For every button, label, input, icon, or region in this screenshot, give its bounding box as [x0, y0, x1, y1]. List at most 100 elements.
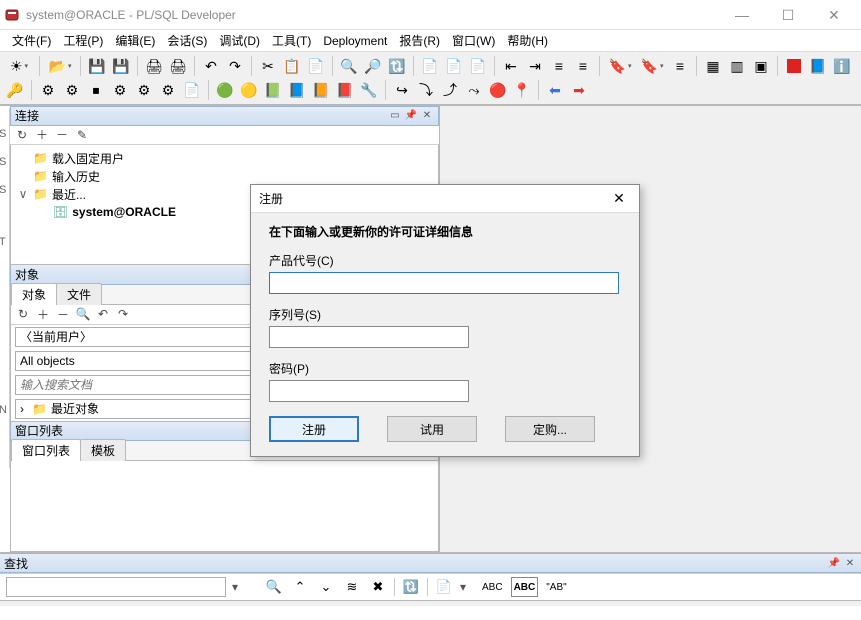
replace-button[interactable]: 🔃	[386, 55, 408, 77]
step-into-button[interactable]: ⤵	[415, 79, 437, 101]
window-tile-h-button[interactable]: ▦	[702, 55, 724, 77]
close-button[interactable]: ✕	[811, 0, 857, 30]
menu-project[interactable]: 工程(P)	[57, 30, 109, 51]
search-close-icon[interactable]: ✖	[368, 577, 388, 597]
comment-button[interactable]: ≡	[548, 55, 570, 77]
tb2-a[interactable]: ⚙	[109, 79, 131, 101]
conn-remove-icon[interactable]: －	[54, 127, 70, 143]
search-replace-icon[interactable]: 🔃	[401, 577, 421, 597]
bookmark-button[interactable]: 🔖▾	[605, 55, 635, 77]
dialog-titlebar[interactable]: 注册 ✕	[251, 185, 639, 213]
search-doc-icon[interactable]: 📄	[434, 577, 454, 597]
obj-remove-icon[interactable]: －	[55, 306, 71, 322]
dialog-close-icon[interactable]: ✕	[607, 190, 631, 207]
chevron-down-icon[interactable]: ▾	[460, 580, 474, 594]
step-over-button[interactable]: ↪	[391, 79, 413, 101]
find-button[interactable]: 🔍	[338, 55, 360, 77]
obj-find-icon[interactable]: 🔍	[75, 306, 91, 322]
window-tile-v-button[interactable]: ▥	[726, 55, 748, 77]
search-find-icon[interactable]: 🔍	[264, 577, 284, 597]
tb2-d[interactable]: 📄	[181, 79, 203, 101]
expand-icon[interactable]: ›	[20, 402, 32, 416]
tb2-c[interactable]: ⚙	[157, 79, 179, 101]
tab-winlist[interactable]: 窗口列表	[11, 439, 81, 461]
commit-button[interactable]: 🟢	[214, 79, 236, 101]
goto-bookmark-button[interactable]: 🔖▾	[637, 55, 667, 77]
tb2-g[interactable]: 📙	[310, 79, 332, 101]
chevron-down-icon[interactable]: ▾	[232, 580, 246, 594]
menu-file[interactable]: 文件(F)	[6, 30, 57, 51]
paste-button[interactable]: 📄	[305, 55, 327, 77]
product-code-input[interactable]	[269, 272, 619, 294]
undo-button[interactable]: ↶	[200, 55, 222, 77]
serial-input[interactable]	[269, 326, 469, 348]
tb2-b[interactable]: ⚙	[133, 79, 155, 101]
redo-button[interactable]: ↷	[224, 55, 246, 77]
panel-pin-icon[interactable]: 📌	[404, 109, 418, 123]
obj-next-icon[interactable]: ↷	[115, 306, 131, 322]
panel-close-icon[interactable]: ✕	[420, 109, 434, 123]
tb2-f[interactable]: 📘	[286, 79, 308, 101]
bookmark-list-button[interactable]: ≡	[669, 55, 691, 77]
conn-refresh-icon[interactable]: ↻	[14, 127, 30, 143]
tab-template[interactable]: 模板	[80, 439, 126, 461]
print-button[interactable]: 🖨	[143, 55, 165, 77]
menu-tools[interactable]: 工具(T)	[266, 30, 317, 51]
open-button[interactable]: 📂▾	[45, 55, 75, 77]
search-abc-case-icon[interactable]: ABC	[511, 577, 539, 597]
execute-button[interactable]: ⚙	[37, 79, 59, 101]
search-input[interactable]	[6, 577, 226, 597]
menu-edit[interactable]: 编辑(E)	[109, 30, 161, 51]
search-abc-icon[interactable]: ABC	[480, 577, 505, 597]
register-button[interactable]: 注册	[269, 416, 359, 442]
stop-button[interactable]: ⏹	[85, 79, 107, 101]
menu-help[interactable]: 帮助(H)	[501, 30, 554, 51]
search-whole-word-icon[interactable]: "AB"	[544, 577, 568, 597]
tree-item-history[interactable]: 📁 输入历史	[17, 167, 432, 185]
find-next-button[interactable]: 🔎	[362, 55, 384, 77]
breakpoint-button[interactable]: 🔴	[487, 79, 509, 101]
panel-close-icon[interactable]: ✕	[843, 556, 857, 570]
step-out-button[interactable]: ⤴	[439, 79, 461, 101]
save-all-button[interactable]: 💾	[110, 55, 132, 77]
search-down-icon[interactable]: ⌄	[316, 577, 336, 597]
order-button[interactable]: 定购...	[505, 416, 595, 442]
prev-nav-button[interactable]: ⬅	[544, 79, 566, 101]
menu-deployment[interactable]: Deployment	[317, 32, 393, 50]
tb2-i[interactable]: 🔧	[358, 79, 380, 101]
info-button[interactable]: ℹ️	[831, 55, 853, 77]
print-preview-button[interactable]: 🖨	[167, 55, 189, 77]
indent-right-button[interactable]: ⇥	[524, 55, 546, 77]
save-button[interactable]: 💾	[86, 55, 108, 77]
menu-debug[interactable]: 调试(D)	[213, 30, 266, 51]
maximize-button[interactable]: ☐	[765, 0, 811, 30]
run-to-cursor-button[interactable]: ⤳	[463, 79, 485, 101]
oracle-button[interactable]	[783, 55, 805, 77]
help-button[interactable]: 📘	[807, 55, 829, 77]
password-input[interactable]	[269, 380, 469, 402]
collapse-icon[interactable]: ∨	[17, 187, 29, 201]
obj-refresh-icon[interactable]: ↻	[15, 306, 31, 322]
trial-button[interactable]: 试用	[387, 416, 477, 442]
obj-add-icon[interactable]: ＋	[35, 306, 51, 322]
conn-rename-icon[interactable]: ✎	[74, 127, 90, 143]
indent-left-button[interactable]: ⇤	[500, 55, 522, 77]
menu-report[interactable]: 报告(R)	[393, 30, 446, 51]
search-highlight-icon[interactable]: ≋	[342, 577, 362, 597]
copy-button[interactable]: 📋	[281, 55, 303, 77]
new-button[interactable]: ☀▾	[4, 55, 34, 77]
conn-add-icon[interactable]: ＋	[34, 127, 50, 143]
obj-prev-icon[interactable]: ↶	[95, 306, 111, 322]
cut-button[interactable]: ✂	[257, 55, 279, 77]
tab-files[interactable]: 文件	[56, 283, 102, 305]
tb2-j[interactable]: 📍	[511, 79, 533, 101]
rollback-button[interactable]: 🟡	[238, 79, 260, 101]
uncomment-button[interactable]: ≡	[572, 55, 594, 77]
tb2-h[interactable]: 📕	[334, 79, 356, 101]
tb-btn-b[interactable]: 📄	[443, 55, 465, 77]
tree-item-fixed-user[interactable]: 📁 载入固定用户	[17, 149, 432, 167]
tb2-e[interactable]: 📗	[262, 79, 284, 101]
search-up-icon[interactable]: ⌃	[290, 577, 310, 597]
key-button[interactable]: 🔑	[4, 79, 26, 101]
execute2-button[interactable]: ⚙	[61, 79, 83, 101]
